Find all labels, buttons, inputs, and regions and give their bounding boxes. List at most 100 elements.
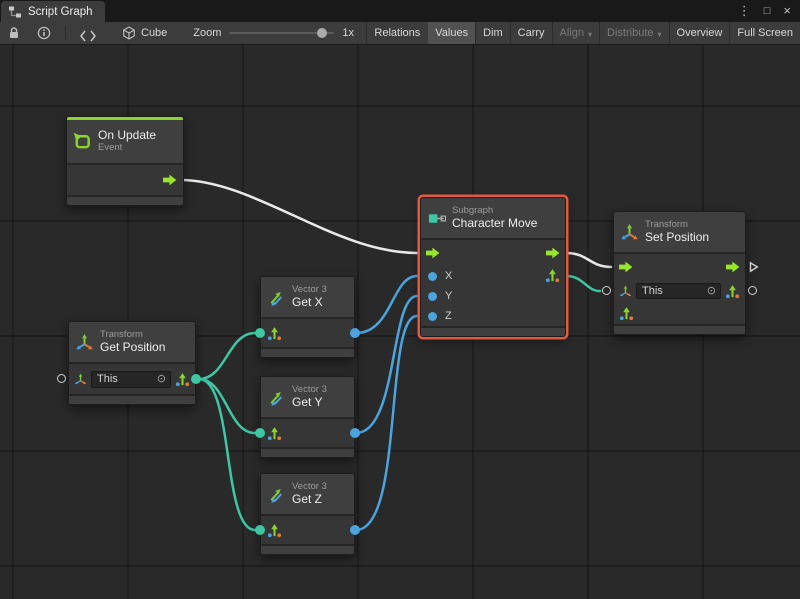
on-update-icon [73, 132, 92, 151]
node-get-z[interactable]: Vector 3 Get Z [260, 473, 355, 555]
output-port-position[interactable] [191, 374, 201, 384]
distribute-button[interactable]: Distribute [599, 22, 668, 44]
relations-button[interactable]: Relations [366, 22, 427, 44]
input-row-y: Y [421, 286, 565, 306]
graph-canvas[interactable]: On Update Event Transform Get Position [0, 45, 800, 599]
flow-output-port[interactable] [163, 174, 177, 186]
node-get-y[interactable]: Vector 3 Get Y [260, 376, 355, 458]
vector3-editor-icon [267, 523, 282, 538]
vector3-editor-icon [267, 426, 282, 441]
window-controls: ⋮ □ × [738, 0, 800, 22]
node-header: Vector 3 Get Y [261, 377, 354, 419]
full-screen-button[interactable]: Full Screen [729, 22, 800, 44]
tab-script-graph[interactable]: Script Graph [1, 1, 105, 22]
carry-button[interactable]: Carry [510, 22, 552, 44]
node-get-x[interactable]: Vector 3 Get X [260, 276, 355, 358]
vector3-icon [267, 388, 286, 407]
zoom-slider[interactable] [229, 32, 334, 34]
flow-output-port[interactable] [726, 261, 740, 273]
values-button[interactable]: Values [427, 22, 475, 44]
cube-icon [122, 26, 136, 40]
node-category: Vector 3 [292, 285, 327, 296]
output-port-y[interactable] [350, 428, 360, 438]
graph-toolbar: Cube Zoom 1x Relations Values Dim Carry … [0, 22, 800, 45]
transform-icon [75, 333, 94, 352]
node-title: Get Y [292, 396, 327, 410]
this-value: This [97, 373, 118, 385]
maximize-icon[interactable]: □ [764, 0, 771, 22]
dim-button[interactable]: Dim [475, 22, 510, 44]
tab-title: Script Graph [28, 6, 93, 18]
wire-float-get-x-to-character-move-x [356, 276, 417, 333]
overview-button[interactable]: Overview [669, 22, 730, 44]
port-label: Z [445, 310, 452, 322]
input-port-target-unconnected[interactable] [57, 374, 66, 383]
flow-input-port[interactable] [619, 261, 633, 273]
node-set-position[interactable]: Transform Set Position This ⊙ [613, 211, 746, 335]
node-on-update[interactable]: On Update Event [66, 116, 184, 206]
node-character-move[interactable]: Subgraph Character Move X Y Z [420, 197, 566, 337]
value-row [261, 319, 354, 347]
input-port-vector[interactable] [255, 328, 265, 338]
output-port-z[interactable] [350, 525, 360, 535]
node-footer [421, 326, 565, 336]
node-category: Vector 3 [292, 385, 327, 396]
flow-row [421, 240, 565, 266]
node-footer [261, 447, 354, 457]
lock-icon[interactable] [7, 26, 21, 40]
vector3-editor-icon [725, 284, 740, 299]
node-category: Transform [645, 220, 709, 231]
input-port-target-unconnected[interactable] [602, 286, 611, 295]
input-port-y[interactable] [428, 292, 437, 301]
flow-output-unconnected-port[interactable] [749, 261, 759, 273]
this-target-field[interactable]: This ⊙ [636, 283, 721, 299]
wire-vector-get-position-to-get-y [199, 379, 255, 433]
node-title: Get X [292, 296, 327, 310]
kebab-menu-icon[interactable]: ⋮ [738, 0, 751, 22]
input-port-vector[interactable] [255, 428, 265, 438]
close-icon[interactable]: × [783, 0, 791, 22]
wire-vector-character-move-to-set-position [566, 276, 600, 291]
output-port-target-unconnected[interactable] [748, 286, 757, 295]
node-header: Subgraph Character Move [421, 198, 565, 240]
value-row [261, 516, 354, 544]
target-row: This ⊙ [69, 364, 195, 394]
port-label: X [445, 270, 452, 282]
node-footer [67, 195, 183, 205]
input-port-z[interactable] [428, 312, 437, 321]
vector3-output-icon[interactable] [545, 268, 560, 283]
script-graph-window: Script Graph ⋮ □ × Cube Zoom 1x Relation [0, 0, 800, 599]
selected-object[interactable]: Cube [122, 26, 167, 40]
node-get-position[interactable]: Transform Get Position This ⊙ [68, 321, 196, 405]
node-footer [69, 394, 195, 404]
node-header: Transform Get Position [69, 322, 195, 364]
this-value: This [642, 285, 663, 297]
vector3-icon [267, 485, 286, 504]
align-button[interactable]: Align [552, 22, 599, 44]
node-category: Transform [100, 330, 165, 341]
node-category: Subgraph [452, 206, 537, 217]
zoom-slider-handle[interactable] [317, 28, 327, 38]
node-header: Vector 3 Get X [261, 277, 354, 319]
info-icon[interactable] [37, 26, 51, 40]
output-port-x[interactable] [350, 328, 360, 338]
node-footer [614, 324, 745, 334]
node-footer [261, 544, 354, 554]
input-port-x[interactable] [428, 272, 437, 281]
input-port-vector[interactable] [255, 525, 265, 535]
node-title: Get Z [292, 493, 327, 507]
zoom-label: Zoom [193, 27, 221, 39]
code-icon[interactable] [80, 26, 96, 40]
node-header: Transform Set Position [614, 212, 745, 254]
this-target-field[interactable]: This ⊙ [91, 371, 171, 388]
value-row [261, 419, 354, 447]
object-name: Cube [141, 27, 167, 39]
flow-row [614, 254, 745, 280]
wire-flow-character-move-to-set-position [566, 253, 611, 267]
wire-vector-get-position-to-get-x [199, 333, 255, 379]
flow-output-row [67, 165, 183, 195]
node-header: Vector 3 Get Z [261, 474, 354, 516]
flow-output-port[interactable] [546, 247, 560, 259]
flow-input-port[interactable] [426, 247, 440, 259]
node-title: Set Position [645, 231, 709, 245]
